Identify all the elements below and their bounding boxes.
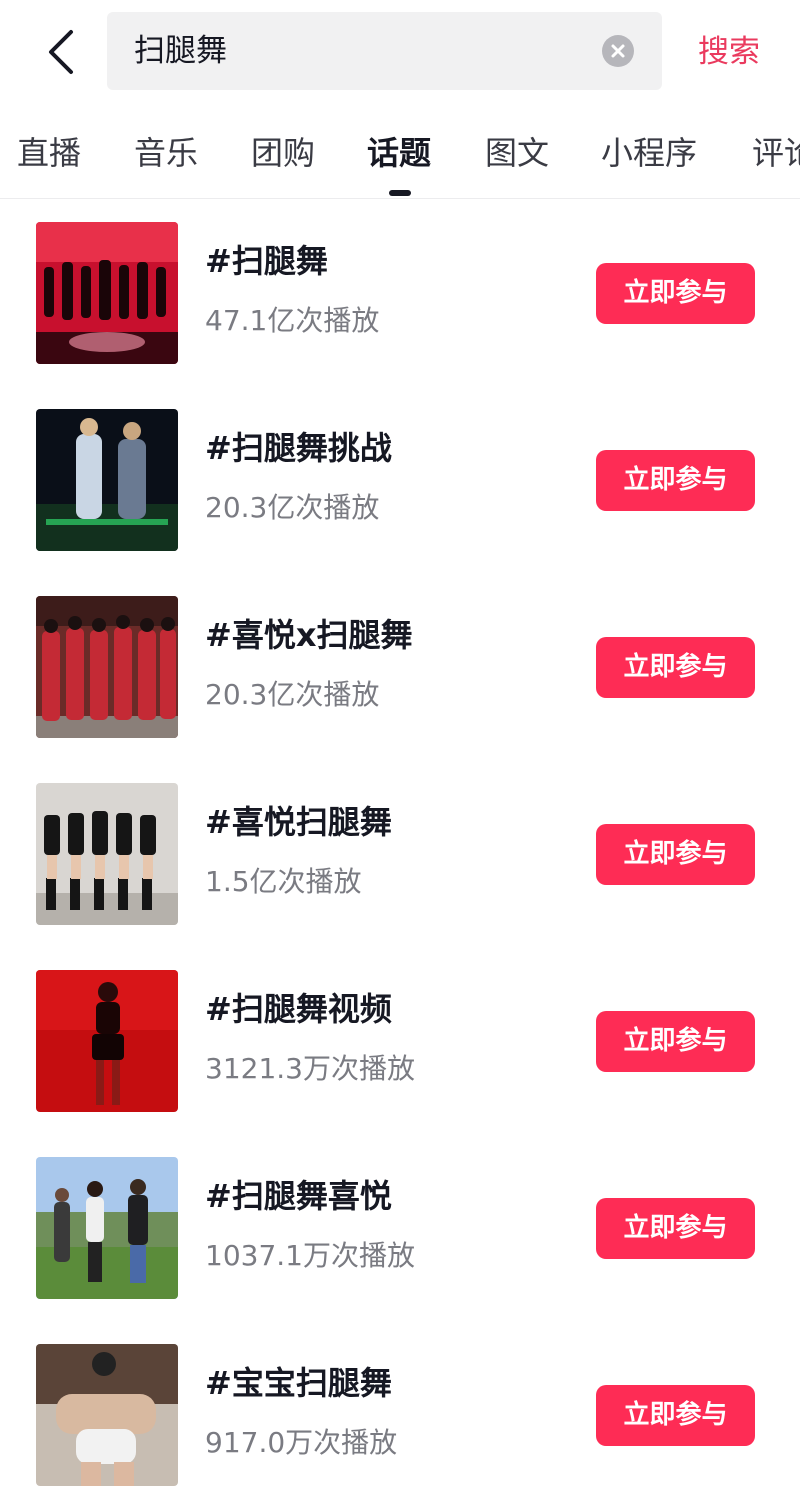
topic-thumbnail[interactable] <box>36 1344 178 1486</box>
topic-row[interactable]: #扫腿舞喜悦 1037.1万次播放 立即参与 <box>0 1135 800 1322</box>
topic-thumbnail[interactable] <box>36 596 178 738</box>
topic-title: #扫腿舞挑战 <box>205 429 392 467</box>
tab-image-text[interactable]: 图文 <box>485 128 549 178</box>
join-button[interactable]: 立即参与 <box>596 1011 755 1072</box>
topic-title: #喜悦x扫腿舞 <box>205 616 413 654</box>
join-button[interactable]: 立即参与 <box>596 263 755 324</box>
topic-thumbnail[interactable] <box>36 222 178 364</box>
topic-title: #扫腿舞 <box>205 242 328 280</box>
clear-search-button[interactable] <box>602 35 634 67</box>
tab-group-buy[interactable]: 团购 <box>251 128 315 178</box>
clear-icon <box>611 44 625 58</box>
chevron-left-icon <box>49 30 73 74</box>
search-input[interactable]: 扫腿舞 <box>134 12 227 90</box>
topic-row[interactable]: #扫腿舞 47.1亿次播放 立即参与 <box>0 200 800 387</box>
search-button[interactable]: 搜索 <box>698 22 760 82</box>
topic-title: #宝宝扫腿舞 <box>205 1364 392 1402</box>
topic-row[interactable]: #宝宝扫腿舞 917.0万次播放 立即参与 <box>0 1322 800 1509</box>
top-bar: 扫腿舞 搜索 <box>0 0 800 104</box>
topic-play-count: 1.5亿次播放 <box>205 865 362 898</box>
topic-play-count: 20.3亿次播放 <box>205 678 380 711</box>
tab-live[interactable]: 直播 <box>17 128 81 178</box>
topic-play-count: 20.3亿次播放 <box>205 491 380 524</box>
topic-row[interactable]: #扫腿舞挑战 20.3亿次播放 立即参与 <box>0 387 800 574</box>
topic-thumbnail[interactable] <box>36 783 178 925</box>
topic-title: #喜悦扫腿舞 <box>205 803 392 841</box>
topic-row[interactable]: #喜悦x扫腿舞 20.3亿次播放 立即参与 <box>0 574 800 761</box>
topic-thumbnail[interactable] <box>36 1157 178 1299</box>
topic-play-count: 1037.1万次播放 <box>205 1239 415 1272</box>
tab-comments[interactable]: 评论 <box>752 128 800 178</box>
tab-mini-programs[interactable]: 小程序 <box>601 128 697 178</box>
topic-play-count: 3121.3万次播放 <box>205 1052 415 1085</box>
join-button[interactable]: 立即参与 <box>596 824 755 885</box>
back-button[interactable] <box>36 22 86 82</box>
join-button[interactable]: 立即参与 <box>596 1198 755 1259</box>
category-tabs: 直播 音乐 团购 话题 图文 小程序 评论 <box>0 104 800 199</box>
topic-row[interactable]: #喜悦扫腿舞 1.5亿次播放 立即参与 <box>0 761 800 948</box>
tab-music[interactable]: 音乐 <box>134 128 198 178</box>
topic-play-count: 47.1亿次播放 <box>205 304 380 337</box>
join-button[interactable]: 立即参与 <box>596 450 755 511</box>
topic-thumbnail[interactable] <box>36 409 178 551</box>
topic-title: #扫腿舞喜悦 <box>205 1177 392 1215</box>
topic-play-count: 917.0万次播放 <box>205 1426 398 1459</box>
join-button[interactable]: 立即参与 <box>596 637 755 698</box>
join-button[interactable]: 立即参与 <box>596 1385 755 1446</box>
active-tab-indicator <box>389 190 411 196</box>
topic-thumbnail[interactable] <box>36 970 178 1112</box>
tab-topics[interactable]: 话题 <box>367 128 431 178</box>
search-box[interactable]: 扫腿舞 <box>107 12 662 90</box>
topic-row[interactable]: #扫腿舞视频 3121.3万次播放 立即参与 <box>0 948 800 1135</box>
topic-title: #扫腿舞视频 <box>205 990 392 1028</box>
